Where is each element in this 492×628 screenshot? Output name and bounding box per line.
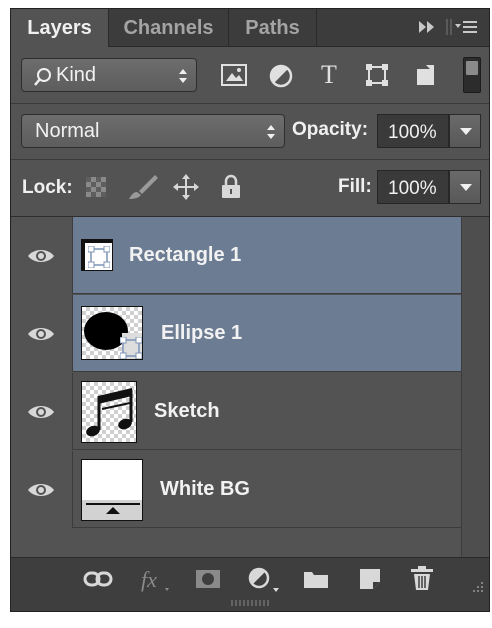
layers-scrollbar[interactable]	[461, 217, 489, 557]
dropdown-arrows-icon	[267, 125, 275, 139]
dropdown-arrows-icon	[179, 69, 187, 83]
lock-position-move-icon[interactable]	[172, 173, 200, 201]
trash-icon[interactable]	[409, 564, 435, 592]
layers-panel: Layers Channels Paths Kind T Normal Opac…	[10, 8, 490, 612]
lock-all-icon[interactable]	[220, 173, 242, 199]
layer-thumbnail[interactable]	[81, 239, 113, 271]
filter-kind-label: Kind	[56, 64, 97, 86]
eye-icon[interactable]	[27, 481, 55, 499]
visibility-toggle[interactable]	[11, 373, 73, 450]
lock-label: Lock:	[22, 177, 73, 198]
new-adjustment-layer-icon[interactable]	[247, 566, 283, 594]
layer-thumbnail[interactable]	[81, 306, 143, 360]
lock-image-pixels-brush-icon[interactable]	[127, 173, 159, 201]
fill-input[interactable]: 100%	[377, 170, 449, 204]
shape-layer-icon	[120, 337, 142, 359]
panel-menu[interactable]	[417, 17, 479, 42]
new-group-folder-icon[interactable]	[302, 568, 330, 590]
opacity-slider-button[interactable]	[449, 114, 481, 148]
smart-object-filter-icon[interactable]	[412, 61, 438, 89]
visibility-toggle[interactable]	[11, 295, 73, 372]
fill-label: Fill:	[338, 176, 372, 197]
lock-transparent-pixels-icon[interactable]	[85, 176, 107, 198]
thumbnail-edge	[82, 240, 112, 243]
chevron-down-icon	[460, 128, 472, 135]
add-mask-icon[interactable]	[194, 568, 222, 590]
blend-mode-value: Normal	[35, 120, 100, 142]
new-layer-icon[interactable]	[357, 566, 383, 592]
fill-value: 100%	[388, 178, 437, 199]
eye-icon[interactable]	[27, 403, 55, 421]
collapse-panel-icon[interactable]	[417, 17, 479, 37]
fill-slider-button[interactable]	[449, 170, 481, 204]
shape-layer-filter-icon[interactable]	[364, 62, 390, 88]
layer-name[interactable]: Ellipse 1	[161, 322, 242, 345]
opacity-input[interactable]: 100%	[377, 114, 449, 148]
link-layers-icon[interactable]	[83, 569, 113, 589]
opacity-label: Opacity:	[292, 119, 369, 140]
tab-layers[interactable]: Layers	[11, 9, 109, 47]
shape-layer-icon	[88, 246, 110, 268]
adjustment-layer-filter-icon[interactable]	[268, 63, 294, 89]
divider	[11, 103, 489, 104]
chevron-down-icon	[460, 184, 472, 191]
layer-row-rectangle-1[interactable]: Rectangle 1	[11, 217, 461, 294]
layer-style-fx-icon[interactable]: fx	[139, 566, 171, 592]
type-layer-filter-icon[interactable]: T	[316, 61, 342, 89]
filter-toggle-knob	[466, 61, 478, 75]
filter-toggle-switch[interactable]	[463, 57, 481, 93]
eye-icon[interactable]	[27, 325, 55, 343]
layer-thumbnail[interactable]	[81, 381, 137, 443]
filter-kind-dropdown[interactable]: Kind	[21, 58, 197, 92]
layer-name[interactable]: Rectangle 1	[129, 244, 241, 267]
layer-name[interactable]: White BG	[160, 478, 250, 501]
eye-icon[interactable]	[27, 247, 55, 265]
layer-row-white-bg[interactable]: White BG	[11, 451, 461, 528]
tab-bar: Layers Channels Paths	[11, 9, 489, 47]
layers-list: Rectangle 1 Ellipse 1 Sketch White BG	[11, 217, 461, 557]
layer-name[interactable]: Sketch	[154, 400, 220, 423]
panel-resize-handle-icon[interactable]	[230, 599, 270, 607]
pixel-layer-filter-icon[interactable]	[220, 62, 248, 88]
opacity-value: 100%	[388, 122, 437, 143]
layer-row-ellipse-1[interactable]: Ellipse 1	[11, 295, 461, 372]
thumbnail-edge	[82, 240, 85, 270]
svg-text:T: T	[321, 61, 337, 89]
svg-text:fx: fx	[141, 567, 157, 592]
tab-paths[interactable]: Paths	[229, 9, 317, 46]
blend-mode-dropdown[interactable]: Normal	[21, 114, 285, 148]
music-note-icon	[86, 388, 133, 437]
visibility-toggle[interactable]	[11, 217, 73, 294]
tab-channels[interactable]: Channels	[109, 9, 229, 46]
search-icon	[34, 68, 51, 86]
fill-layer-icon	[82, 500, 142, 520]
layers-bottom-toolbar: fx	[11, 557, 489, 611]
divider	[11, 159, 489, 160]
layer-thumbnail[interactable]	[81, 459, 143, 521]
layer-row-sketch[interactable]: Sketch	[11, 373, 461, 450]
resize-grip-icon[interactable]	[469, 580, 485, 596]
visibility-toggle[interactable]	[11, 451, 73, 528]
